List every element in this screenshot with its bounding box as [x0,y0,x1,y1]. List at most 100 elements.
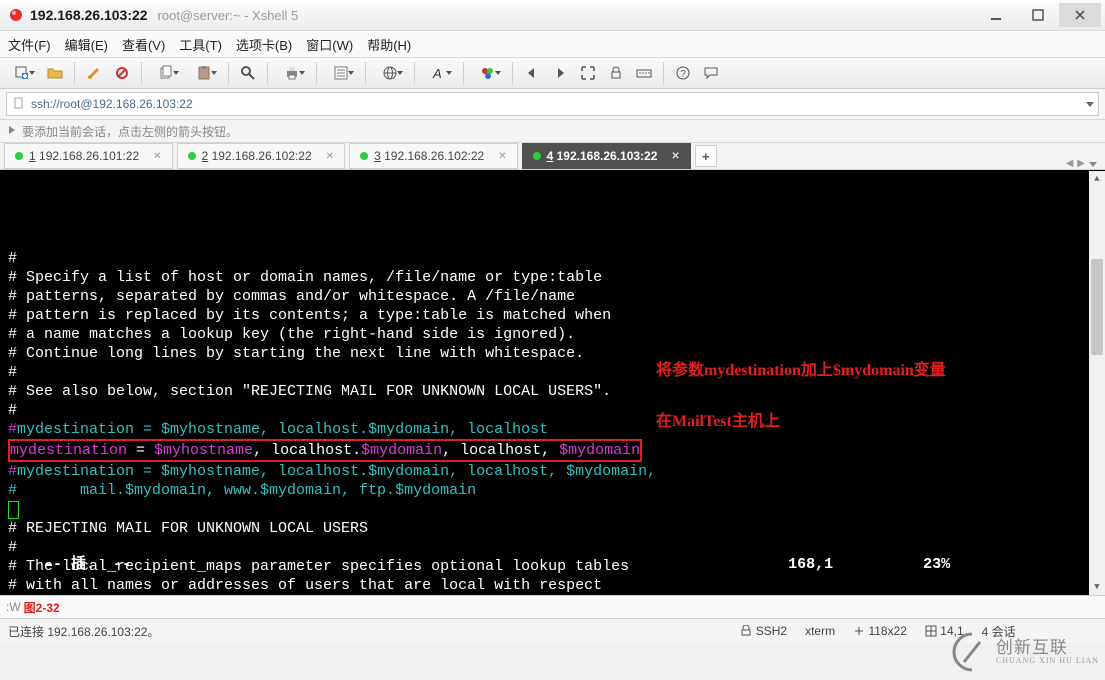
svg-text:A: A [432,66,442,81]
properties-icon[interactable] [325,62,357,84]
terminal-pane[interactable]: ▲ ▼ ## Specify a list of host or domain … [0,170,1105,595]
grid-icon [925,624,937,638]
svg-text:?: ? [680,69,686,80]
app-icon [8,7,24,23]
fullscreen-icon[interactable] [577,62,599,84]
menu-file[interactable]: 文件(F) [8,35,51,54]
watermark-logo-icon [950,630,994,674]
lock-icon[interactable] [605,62,627,84]
terminal-line [8,500,1097,519]
minimize-button[interactable] [975,3,1017,27]
annotation-2: 在MailTest主机上 [656,412,780,431]
disconnect-icon[interactable] [111,62,133,84]
tab-label: 192.168.26.102:22 [384,149,484,163]
open-folder-icon[interactable] [44,62,66,84]
tab-close-icon[interactable]: ✕ [671,151,679,162]
status-connected: 已连接 192.168.26.103:22。 [8,623,159,640]
status-dot-icon [360,152,368,160]
close-button[interactable] [1059,3,1101,27]
lock-small-icon [740,624,752,638]
toolbar-separator [414,62,415,84]
window-title-sub: root@server:~ - Xshell 5 [158,8,299,23]
new-session-icon[interactable] [6,62,38,84]
terminal-line: # [8,249,1097,268]
watermark-en: CHUANG XIN HU LIAN [996,657,1099,665]
font-icon[interactable]: A [423,62,455,84]
tab-number: 4 [547,149,554,163]
color-scheme-icon[interactable] [472,62,504,84]
tab-1[interactable]: 1 192.168.26.101:22 ✕ [4,143,173,169]
toolbar-separator [663,62,664,84]
tab-list-dropdown-icon[interactable] [1089,162,1097,169]
resize-icon [853,624,865,638]
status-dot-icon [15,152,23,160]
tab-close-icon[interactable]: ✕ [498,151,506,162]
paste-icon[interactable] [188,62,220,84]
watermark-cn: 创新互联 [996,639,1099,657]
tab-scroll-left-icon[interactable]: ◀ [1066,158,1074,169]
new-tab-button[interactable]: + [695,145,717,167]
terminal-line: # See also below, section "REJECTING MAI… [8,382,1097,401]
terminal-line: # pattern is replaced by its contents; a… [8,306,1097,325]
terminal-line: # [8,401,1097,420]
menu-view[interactable]: 查看(V) [122,35,165,54]
chevron-down-icon[interactable] [1086,102,1094,107]
tab-close-icon[interactable]: ✕ [326,151,334,162]
maximize-button[interactable] [1017,3,1059,27]
terminal-line: # Specify a list of host or domain names… [8,268,1097,287]
tab-number: 2 [202,149,209,163]
status-size: 118x22 [853,624,907,638]
toolbar-separator [228,62,229,84]
status-protocol: SSH2 [740,624,787,638]
annotation-1: 将参数mydestination加上$mydomain变量 [656,361,946,380]
search-icon[interactable] [237,62,259,84]
globe-icon[interactable] [374,62,406,84]
tab-label: 192.168.26.103:22 [557,149,658,163]
tab-close-icon[interactable]: ✕ [153,151,161,162]
highlight-box: mydestination = $myhostname, localhost.$… [8,439,642,462]
print-icon[interactable] [276,62,308,84]
terminal-line: # mail.$mydomain, www.$mydomain, ftp.$my… [8,481,1097,500]
nav-forward-icon[interactable] [549,62,571,84]
document-icon [13,97,25,112]
tab-strip: 1 192.168.26.101:22 ✕ 2 192.168.26.102:2… [0,143,1105,170]
scrollbar[interactable]: ▲ ▼ [1089,171,1105,595]
address-bar: ssh://root@192.168.26.103:22 [0,89,1105,120]
chat-icon[interactable] [700,62,722,84]
menu-tab[interactable]: 选项卡(B) [236,35,292,54]
terminal-line: #mydestination = $myhostname, localhost.… [8,420,1097,439]
keyboard-icon[interactable] [633,62,655,84]
status-bar: 已连接 192.168.26.103:22。 SSH2 xterm 118x22… [0,618,1105,643]
copy-icon[interactable] [150,62,182,84]
vi-status-line: -- 插. -- 168,1 23% [8,536,1097,593]
scroll-up-icon[interactable]: ▲ [1089,171,1105,187]
menu-window[interactable]: 窗口(W) [306,35,353,54]
terminal-line: mydestination = $myhostname, localhost.$… [8,439,1097,462]
add-session-arrow-icon[interactable] [6,124,18,139]
toolbar-separator [463,62,464,84]
toolbar-separator [267,62,268,84]
terminal-line: # patterns, separated by commas and/or w… [8,287,1097,306]
tab-4[interactable]: 4 192.168.26.103:22 ✕ [522,143,691,169]
menu-tools[interactable]: 工具(T) [179,35,222,54]
nav-back-icon[interactable] [521,62,543,84]
tab-2[interactable]: 2 192.168.26.102:22 ✕ [177,143,346,169]
hint-text: 要添加当前会话，点击左侧的箭头按钮。 [22,123,238,140]
tab-3[interactable]: 3 192.168.26.102:22 ✕ [349,143,518,169]
toolbar-separator [316,62,317,84]
input-strip: :W 图2-32 [0,595,1105,618]
tab-scroll-right-icon[interactable]: ▶ [1077,158,1085,169]
scrollbar-thumb[interactable] [1091,259,1103,355]
toolbar-separator [512,62,513,84]
watermark: 创新互联 CHUANG XIN HU LIAN [950,630,1099,674]
menu-help[interactable]: 帮助(H) [367,35,411,54]
input-prefix[interactable]: :W [6,600,21,614]
menu-edit[interactable]: 编辑(E) [65,35,108,54]
menu-bar: 文件(F) 编辑(E) 查看(V) 工具(T) 选项卡(B) 窗口(W) 帮助(… [0,31,1105,58]
address-text: ssh://root@192.168.26.103:22 [31,97,193,111]
help-icon[interactable]: ? [672,62,694,84]
address-field[interactable]: ssh://root@192.168.26.103:22 [6,92,1099,116]
title-bar: 192.168.26.103:22 root@server:~ - Xshell… [0,0,1105,31]
figure-caption: 图2-32 [24,599,60,616]
reconnect-icon[interactable] [83,62,105,84]
